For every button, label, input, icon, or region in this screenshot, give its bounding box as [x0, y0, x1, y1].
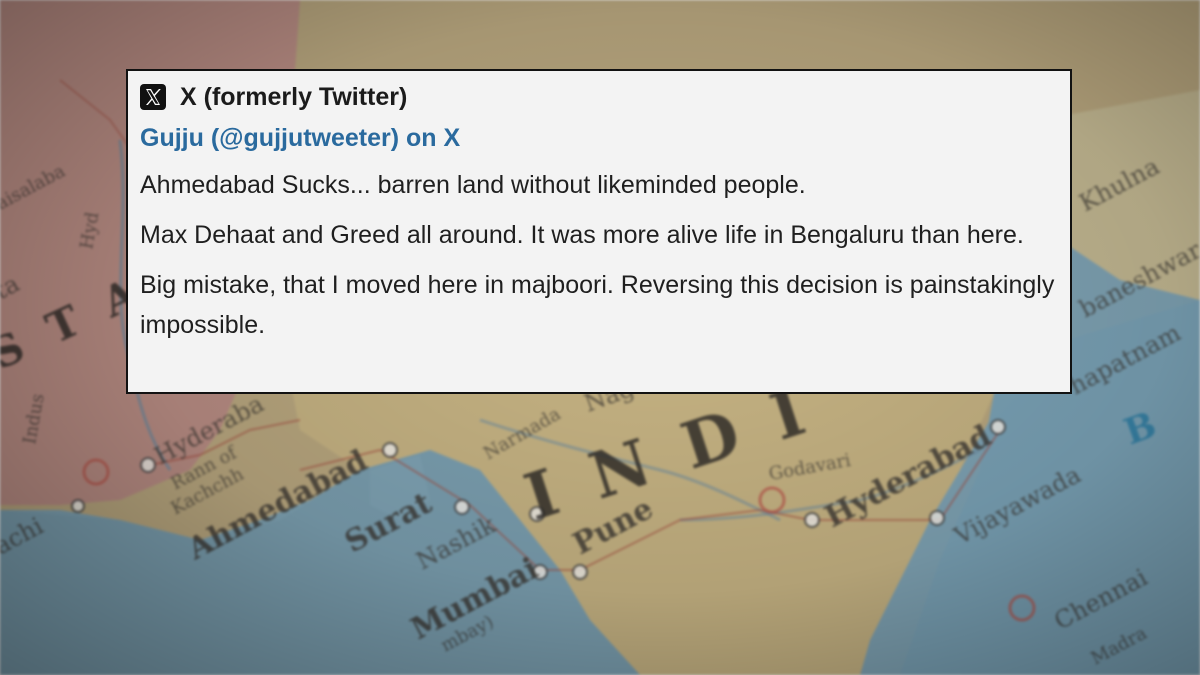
tweet-paragraph: Ahmedabad Sucks... barren land without l… [140, 171, 806, 199]
tweet-embed-card[interactable]: X (formerly Twitter) Gujju (@gujjutweete… [126, 69, 1072, 394]
tweet-paragraph: Max Dehaat and Greed all around. It was … [140, 221, 1024, 249]
card-header: X (formerly Twitter) [140, 83, 407, 111]
source-title: X (formerly Twitter) [180, 83, 408, 111]
tweet-body: Ahmedabad Sucks... barren land without l… [140, 165, 1056, 345]
author-link[interactable]: Gujju (@gujjutweeter) on X [140, 123, 460, 153]
x-logo-icon [140, 84, 166, 110]
tweet-paragraph: Big mistake, that I moved here in majboo… [140, 271, 1055, 339]
